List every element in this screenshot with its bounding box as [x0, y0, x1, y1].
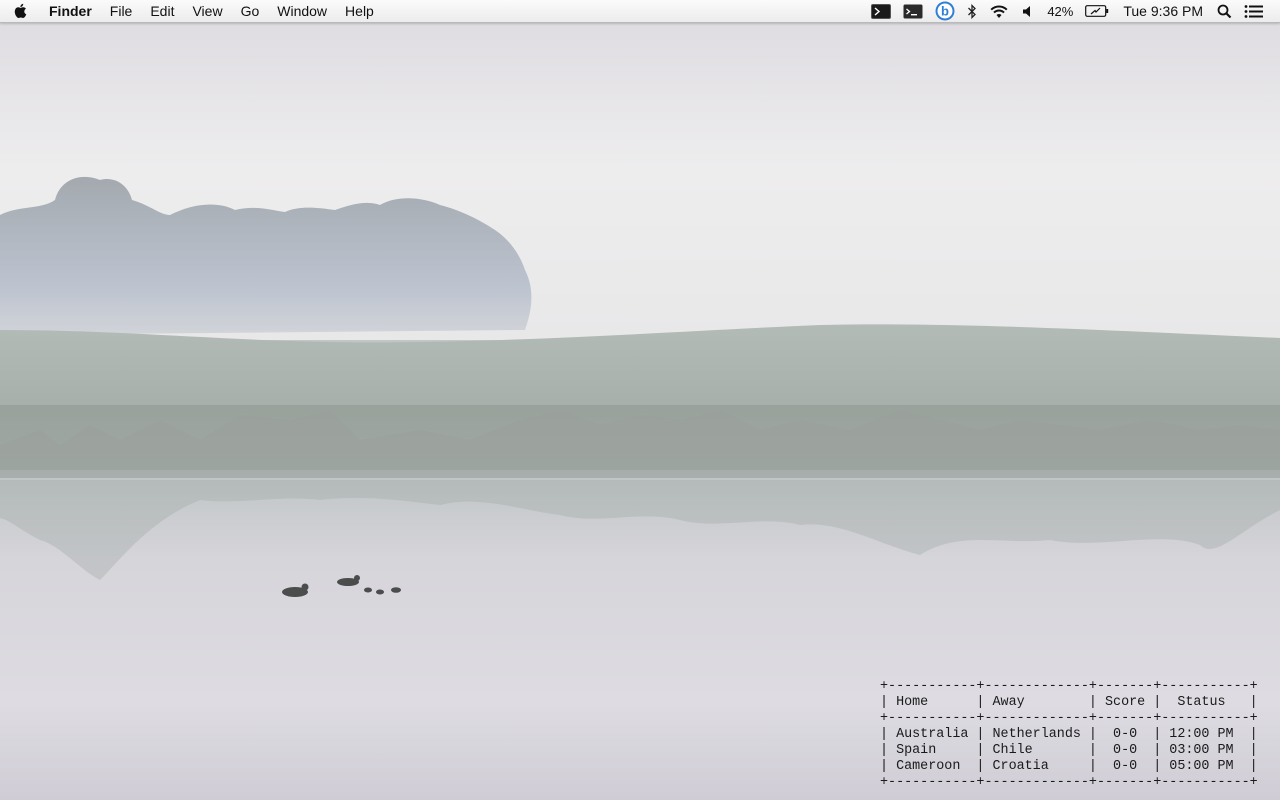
scoreboard-row-0: | Australia | Netherlands | 0-0 | 12:00 …	[880, 727, 1258, 742]
beats-icon[interactable]: b	[935, 0, 955, 22]
apple-menu-icon[interactable]	[0, 0, 40, 22]
menu-view[interactable]: View	[183, 0, 231, 22]
scoreboard-border: +-----------+-------------+-------+-----…	[880, 775, 1258, 790]
scoreboard-row-1: | Spain | Chile | 0-0 | 03:00 PM |	[880, 743, 1258, 758]
scoreboard-header-row: | Home | Away | Score | Status |	[880, 695, 1258, 710]
scoreboard-row-2: | Cameroon | Croatia | 0-0 | 05:00 PM |	[880, 759, 1258, 774]
desktop: Finder File Edit View Go Window Help b 4…	[0, 0, 1280, 800]
world-cup-scoreboard-widget: +-----------+-------------+-------+-----…	[880, 679, 1258, 791]
svg-text:b: b	[941, 4, 949, 19]
menu-bar: Finder File Edit View Go Window Help b 4…	[0, 0, 1280, 23]
battery-charging-icon[interactable]	[1085, 0, 1109, 22]
menu-edit[interactable]: Edit	[141, 0, 183, 22]
wifi-icon[interactable]	[989, 0, 1009, 22]
scoreboard-border: +-----------+-------------+-------+-----…	[880, 679, 1258, 694]
notification-center-icon[interactable]	[1244, 0, 1264, 22]
bluetooth-icon[interactable]	[967, 0, 977, 22]
battery-percent[interactable]: 42%	[1047, 0, 1073, 22]
menu-file[interactable]: File	[101, 0, 142, 22]
scoreboard-border: +-----------+-------------+-------+-----…	[880, 711, 1258, 726]
volume-icon[interactable]	[1021, 0, 1035, 22]
menu-window[interactable]: Window	[268, 0, 336, 22]
menu-help[interactable]: Help	[336, 0, 383, 22]
menu-bar-clock[interactable]: Tue 9:36 PM	[1123, 0, 1203, 22]
app-menu-finder[interactable]: Finder	[40, 0, 101, 22]
terminal-prompt-icon[interactable]	[903, 0, 923, 22]
spotlight-search-icon[interactable]	[1217, 0, 1232, 22]
menu-go[interactable]: Go	[232, 0, 269, 22]
terminal-icon[interactable]	[871, 0, 892, 22]
